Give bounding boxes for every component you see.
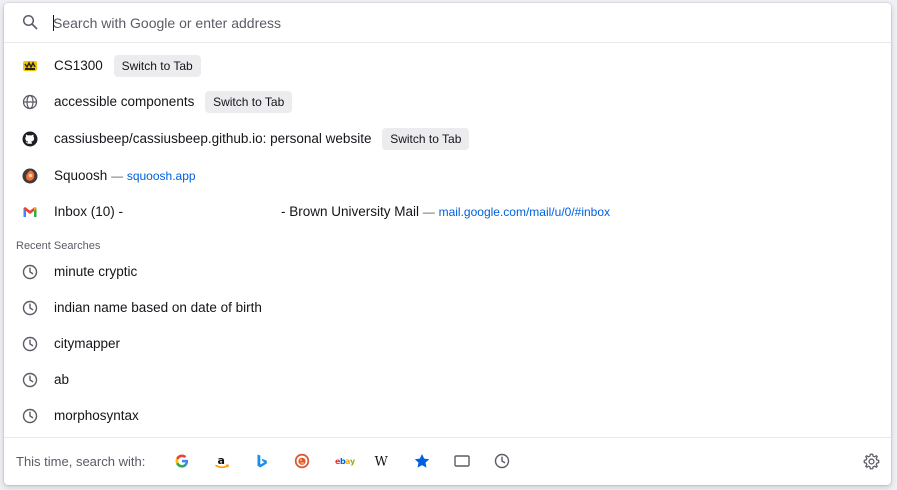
result-title: cassiusbeep/cassiusbeep.github.io: perso… xyxy=(54,131,372,146)
clock-icon xyxy=(22,408,38,424)
recent-search-row[interactable]: indian name based on date of birth xyxy=(4,290,891,326)
wikipedia-icon[interactable]: W xyxy=(374,453,390,470)
text-caret xyxy=(53,15,54,31)
cs1300-favicon xyxy=(22,58,38,74)
address-input[interactable] xyxy=(53,12,833,34)
result-row-gmail[interactable]: Inbox (10) - - Brown University Mail — ma… xyxy=(4,194,891,230)
result-row-cs1300[interactable]: CS1300 Switch to Tab xyxy=(4,48,891,84)
gmail-icon xyxy=(22,204,38,220)
recent-searches-label: Recent Searches xyxy=(16,240,101,252)
bookmarks-icon[interactable] xyxy=(414,453,430,469)
switch-to-tab-button[interactable]: Switch to Tab xyxy=(205,91,293,114)
ebay-icon[interactable]: e b a y xyxy=(334,453,358,469)
recent-search-row[interactable]: ab xyxy=(4,362,891,398)
clock-icon xyxy=(22,300,38,316)
duckduckgo-icon[interactable] xyxy=(294,453,310,469)
svg-text:W: W xyxy=(375,455,389,470)
globe-icon xyxy=(22,94,38,110)
recent-search-text: ab xyxy=(54,372,70,387)
switch-to-tab-button[interactable]: Switch to Tab xyxy=(382,128,470,151)
squoosh-icon xyxy=(22,168,38,184)
result-row-squoosh[interactable]: Squoosh — squoosh.app xyxy=(4,158,891,194)
result-title-end: - Brown University Mail xyxy=(281,204,420,219)
svg-text:y: y xyxy=(350,457,356,466)
tabs-icon[interactable] xyxy=(454,453,470,469)
gear-icon[interactable] xyxy=(863,453,880,470)
recent-search-text: indian name based on date of birth xyxy=(54,300,262,315)
urlbar[interactable] xyxy=(4,3,891,42)
urlbar-divider xyxy=(4,42,891,43)
clock-icon xyxy=(22,336,38,352)
clock-icon xyxy=(22,372,38,388)
search-icon xyxy=(22,14,38,30)
result-row-github[interactable]: cassiusbeep/cassiusbeep.github.io: perso… xyxy=(4,121,891,157)
recent-search-row[interactable]: citymapper xyxy=(4,326,891,362)
search-with-label: This time, search with: xyxy=(16,454,146,469)
result-separator: — xyxy=(422,205,435,219)
result-title-start: Inbox (10) - xyxy=(54,204,124,219)
google-icon[interactable] xyxy=(174,453,190,469)
result-title: accessible components xyxy=(54,94,195,109)
recent-search-text: minute cryptic xyxy=(54,264,138,279)
recent-search-row[interactable]: minute cryptic xyxy=(4,254,891,290)
github-icon xyxy=(22,131,38,147)
recent-search-row[interactable]: morphosyntax xyxy=(4,398,891,434)
recent-search-text: morphosyntax xyxy=(54,408,139,423)
switch-to-tab-button[interactable]: Switch to Tab xyxy=(113,55,201,78)
history-icon[interactable] xyxy=(494,453,510,469)
amazon-icon[interactable]: a xyxy=(214,453,230,469)
result-title: CS1300 xyxy=(54,58,103,73)
result-separator: — xyxy=(111,169,124,183)
bing-icon[interactable] xyxy=(254,453,270,469)
result-row-accessible-components[interactable]: accessible components Switch to Tab xyxy=(4,84,891,120)
svg-text:a: a xyxy=(218,454,225,467)
footer-divider xyxy=(4,437,891,438)
result-url: squoosh.app xyxy=(126,169,196,183)
result-url: mail.google.com/mail/u/0/#inbox xyxy=(438,205,611,219)
result-title: Squoosh xyxy=(54,168,108,183)
address-bar-dropdown: CS1300 Switch to Tab accessible componen… xyxy=(4,3,891,485)
recent-search-text: citymapper xyxy=(54,336,121,351)
clock-icon xyxy=(22,264,38,280)
